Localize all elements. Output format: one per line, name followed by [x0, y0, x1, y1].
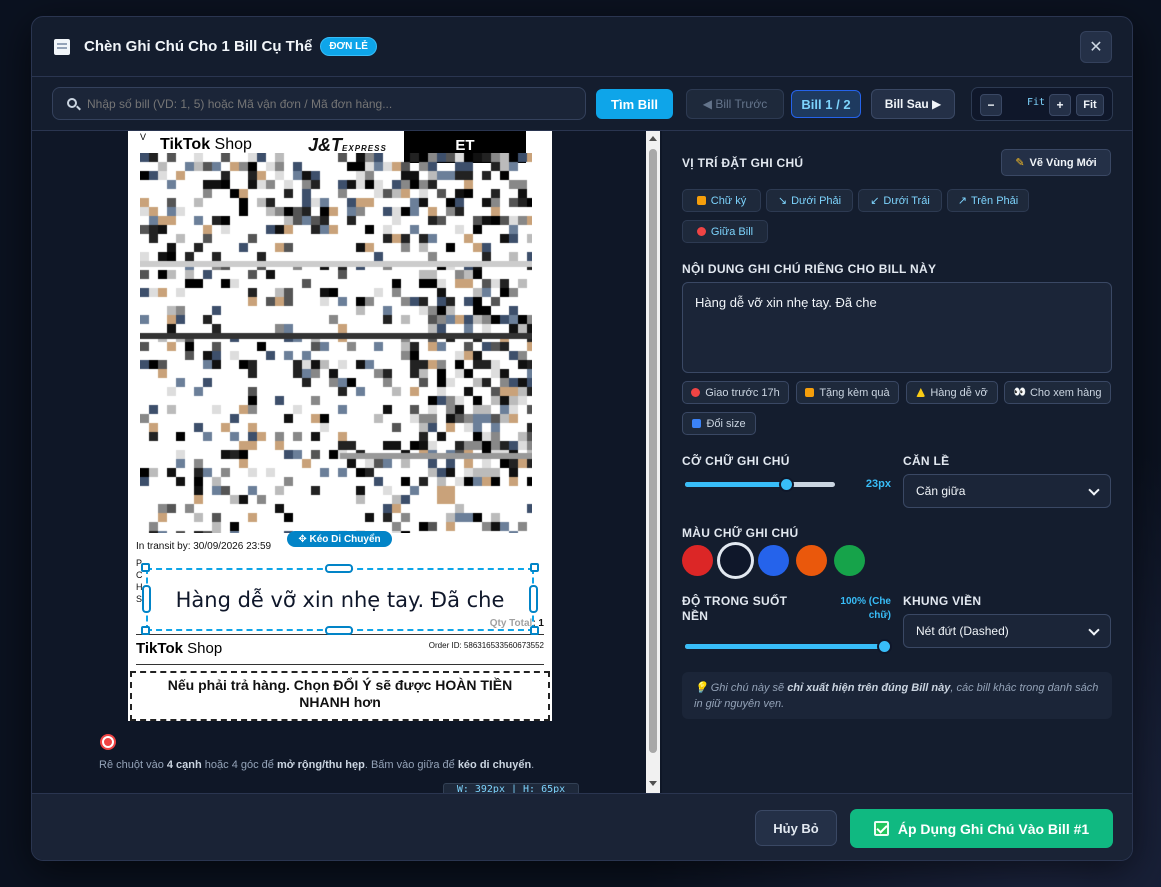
eyes-icon: 👀	[1013, 387, 1026, 398]
tiktok-shop-logo: TikTok Shop	[160, 136, 252, 153]
redacted-barcode-area	[140, 153, 532, 533]
quick-fragile[interactable]: Hàng dễ vỡ	[906, 381, 998, 404]
modal-title: Chèn Ghi Chú Cho 1 Bill Cụ Thể	[84, 38, 313, 55]
next-bill-button[interactable]: Bill Sau ▶	[871, 89, 955, 119]
arrow-down-right-icon: ↘	[777, 195, 788, 207]
position-top-right-button[interactable]: ↗ Trên Phải	[947, 189, 1029, 212]
color-swatch-blue[interactable]	[758, 545, 789, 576]
opacity-slider-knob[interactable]	[877, 639, 892, 654]
zoom-controls: − Fit + Fit	[971, 87, 1113, 121]
drag-move-handle[interactable]: ✥ Kéo Di Chuyển	[287, 531, 392, 547]
border-style-select[interactable]: Nét đứt (Dashed)	[903, 614, 1111, 648]
quick-change-size[interactable]: Đổi size	[682, 412, 756, 435]
border-label: KHUNG VIỀN	[903, 594, 982, 608]
opacity-slider[interactable]	[685, 639, 892, 654]
color-swatch-black[interactable]	[720, 545, 751, 576]
position-signature-button[interactable]: Chữ ký	[682, 189, 761, 212]
bill-counter: Bill 1 / 2	[791, 90, 861, 118]
font-size-value: 23px	[865, 478, 891, 490]
scroll-down-icon[interactable]	[649, 781, 657, 786]
position-center-button[interactable]: Giữa Bill	[682, 220, 768, 243]
find-bill-button[interactable]: Tìm Bill	[596, 89, 673, 119]
note-dimensions: W: 392px | H: 65px	[443, 783, 579, 793]
resize-hint: Rê chuột vào 4 cạnh hoặc 4 góc để mở rộn…	[99, 759, 535, 771]
order-id: Order ID: 586316533560673552	[428, 641, 544, 650]
bill-preview[interactable]: V TikTok Shop J&TEXPRESS ET In transit b…	[32, 131, 662, 793]
cancel-button[interactable]: Hủy Bỏ	[755, 810, 837, 846]
position-label: VỊ TRÍ ĐẶT GHI CHÚ	[682, 156, 804, 170]
zoom-fit-button[interactable]: Fit	[1076, 94, 1104, 116]
modal-header: Chèn Ghi Chú Cho 1 Bill Cụ Thể ĐƠN LẺ ✕	[32, 17, 1132, 77]
divider	[136, 664, 544, 665]
scrollbar-thumb[interactable]	[649, 149, 657, 753]
target-icon	[102, 736, 114, 748]
repeat-icon	[692, 419, 702, 428]
align-label: CĂN LỀ	[903, 454, 950, 468]
arrow-down-left-icon: ↙	[870, 195, 880, 207]
font-size-slider-fill	[685, 482, 787, 487]
bill-search-input[interactable]	[52, 87, 586, 120]
resize-handle-top-left[interactable]	[141, 563, 150, 572]
close-button[interactable]: ✕	[1080, 31, 1112, 63]
note-modal: Chèn Ghi Chú Cho 1 Bill Cụ Thể ĐƠN LẺ ✕ …	[31, 16, 1133, 861]
font-size-label: CỠ CHỮ GHI CHÚ	[682, 454, 790, 468]
pencil-icon: ✎	[1015, 157, 1025, 169]
modal-footer: Hủy Bỏ Áp Dụng Ghi Chú Vào Bill #1	[32, 793, 1132, 860]
preview-scrollbar[interactable]	[646, 131, 660, 793]
color-swatch-red[interactable]	[682, 545, 713, 576]
target-icon	[696, 227, 706, 236]
writing-hand-icon	[696, 196, 706, 205]
quick-deliver-before-17h[interactable]: Giao trước 17h	[682, 381, 789, 404]
position-bottom-right-button[interactable]: ↘ Dưới Phải	[766, 189, 853, 212]
transit-date: In transit by: 30/09/2026 23:59	[136, 541, 272, 552]
position-bottom-left-button[interactable]: ↙ Dưới Trái	[858, 189, 942, 212]
tiktok-shop-logo-footer: TikTok Shop	[136, 640, 223, 657]
zoom-in-button[interactable]: +	[1049, 94, 1071, 116]
warning-icon	[916, 388, 926, 397]
prev-bill-button[interactable]: ◀ Bill Trước	[686, 89, 784, 119]
apply-note-button[interactable]: Áp Dụng Ghi Chú Vào Bill #1	[850, 809, 1113, 848]
alarm-clock-icon	[691, 388, 701, 397]
quick-allow-inspection[interactable]: 👀 Cho xem hàng	[1004, 381, 1111, 404]
resize-handle-bottom-right[interactable]	[530, 626, 539, 635]
note-overlay-box[interactable]: Hàng dễ vỡ xin nhẹ tay. Đã che	[146, 568, 534, 631]
opacity-slider-fill	[685, 644, 885, 649]
font-size-slider[interactable]	[685, 477, 835, 492]
single-badge: ĐƠN LẺ	[320, 37, 377, 56]
zoom-out-button[interactable]: −	[980, 94, 1002, 116]
gift-icon	[805, 388, 815, 397]
resize-handle-left[interactable]	[142, 585, 151, 613]
bill-toolbar: Tìm Bill ◀ Bill Trước Bill 1 / 2 Bill Sa…	[32, 77, 1132, 131]
quick-gift-included[interactable]: Tặng kèm quà	[796, 381, 899, 404]
font-size-slider-knob[interactable]	[779, 477, 794, 492]
color-swatch-orange[interactable]	[796, 545, 827, 576]
opacity-value: 100% (Che chữ)	[840, 596, 891, 621]
opacity-label: ĐỘ TRONG SUỐT NỀN	[682, 594, 788, 623]
return-policy-box: Nếu phải trả hàng. Chọn ĐỔI Ý sẽ được HO…	[130, 671, 550, 721]
draw-new-area-button[interactable]: ✎ Vẽ Vùng Mới	[1001, 149, 1111, 176]
color-label: MÀU CHỮ GHI CHÚ	[682, 526, 799, 540]
color-swatch-green[interactable]	[834, 545, 865, 576]
search-icon	[67, 98, 77, 108]
arrow-up-right-icon: ↗	[957, 195, 967, 207]
resize-handle-right[interactable]	[529, 585, 538, 613]
resize-handle-top[interactable]	[325, 564, 353, 573]
resize-handle-bottom[interactable]	[325, 626, 353, 635]
resize-handle-bottom-left[interactable]	[141, 626, 150, 635]
note-content-textarea[interactable]: Hàng dễ vỡ xin nhẹ tay. Đã che	[682, 282, 1112, 373]
content-label: NỘI DUNG GHI CHÚ RIÊNG CHO BILL NÀY	[682, 262, 937, 276]
note-info: 💡 Ghi chú này sẽ chỉ xuất hiện trên đúng…	[682, 672, 1112, 719]
memo-icon	[54, 38, 70, 55]
scroll-up-icon[interactable]	[649, 136, 657, 141]
check-icon	[873, 821, 889, 836]
resize-handle-top-right[interactable]	[530, 563, 539, 572]
align-select[interactable]: Căn giữa	[903, 474, 1111, 508]
note-overlay-text: Hàng dễ vỡ xin nhẹ tay. Đã che	[175, 587, 505, 612]
bill-v-mark: V	[140, 132, 147, 142]
